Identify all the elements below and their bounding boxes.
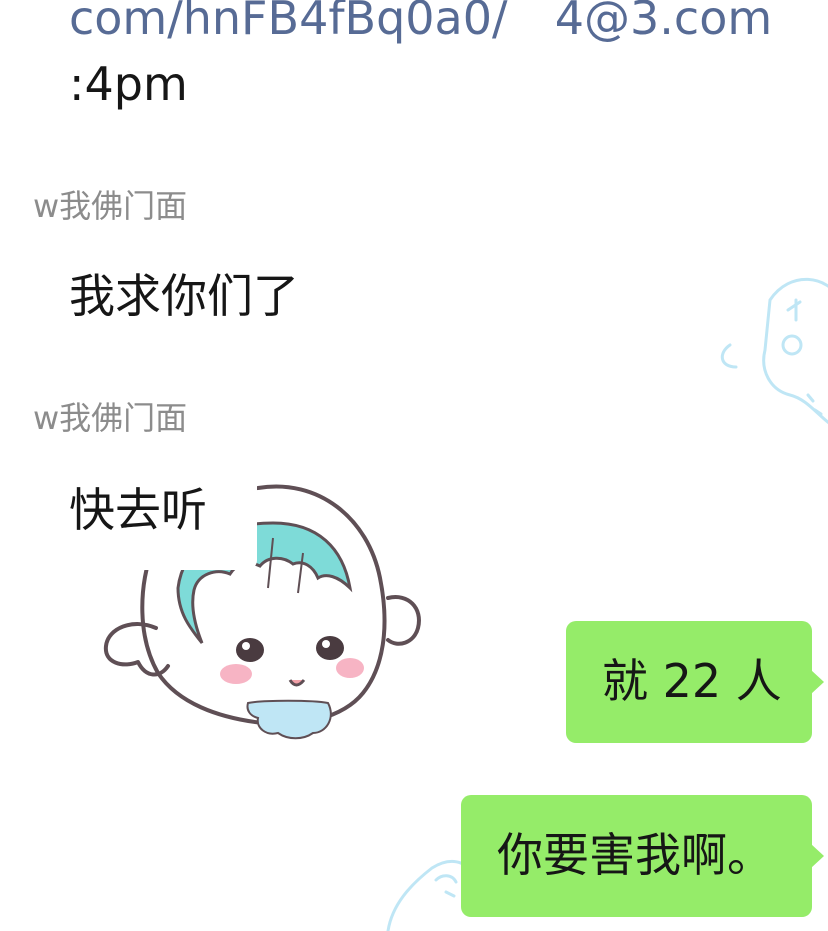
outgoing-message-bubble[interactable]: 你要害我啊。 (461, 795, 824, 917)
sender-name: w我佛门面 (33, 399, 188, 437)
message-text: 我求你们了 (69, 269, 299, 323)
time-text: :4pm (69, 57, 188, 111)
incoming-message-bubble[interactable]: 我求你们了 (49, 248, 339, 344)
message-text: 你要害我啊。 (497, 828, 773, 882)
link-text-line[interactable]: com/hnFB4fBq0a0/ 4@3.com (69, 0, 772, 46)
shared-email[interactable]: 4@3.com (555, 0, 772, 46)
message-text: 就 22 人 (602, 654, 782, 708)
ghost-doodle-icon (386, 860, 472, 931)
outgoing-message-bubble[interactable]: 就 22 人 (566, 621, 824, 743)
sender-name: w我佛门面 (33, 187, 188, 225)
shared-link[interactable]: com/hnFB4fBq0a0/ (69, 0, 508, 46)
incoming-message-bubble[interactable]: 快去听 (49, 462, 257, 570)
ghost-doodle-icon (720, 277, 828, 425)
message-text: 快去听 (69, 483, 207, 537)
